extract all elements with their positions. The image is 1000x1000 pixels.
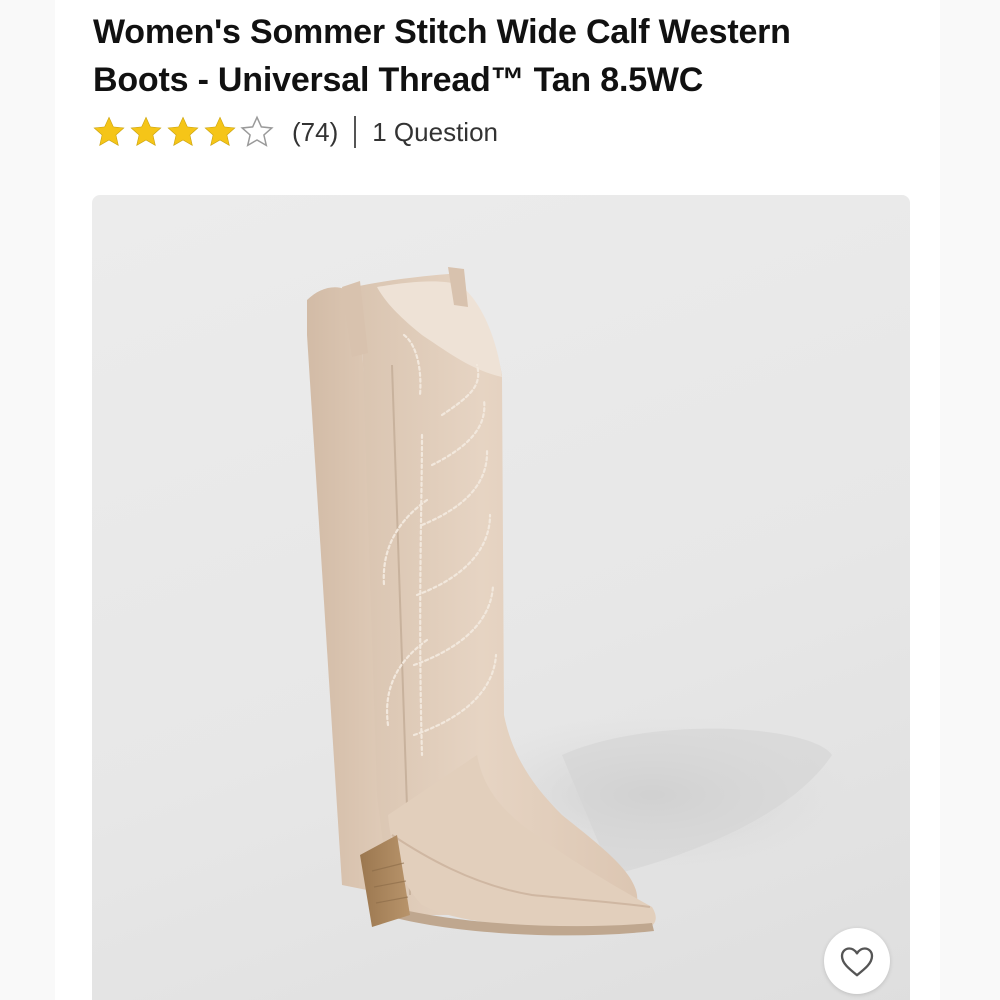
star-icon	[130, 116, 162, 146]
product-detail: Women's Sommer Stitch Wide Calf Western …	[55, 0, 940, 1000]
rating-summary: (74) 1 Question	[91, 112, 498, 152]
star-icon	[93, 116, 125, 146]
rating-divider	[354, 116, 357, 148]
star-empty-icon	[240, 115, 274, 147]
left-gutter	[0, 0, 55, 1000]
boot-illustration	[307, 267, 852, 936]
product-image[interactable]	[92, 195, 910, 1000]
heart-outline-icon	[840, 947, 874, 977]
product-title: Women's Sommer Stitch Wide Calf Western …	[93, 13, 791, 99]
star-rating[interactable]	[91, 114, 276, 150]
review-count[interactable]: (74)	[292, 117, 338, 148]
questions-link[interactable]: 1 Question	[372, 117, 498, 148]
product-page: Women's Sommer Stitch Wide Calf Western …	[0, 0, 1000, 1000]
star-icon	[167, 116, 199, 146]
favorite-button[interactable]	[824, 928, 890, 994]
star-icon	[204, 116, 236, 146]
right-gutter	[940, 0, 1000, 1000]
